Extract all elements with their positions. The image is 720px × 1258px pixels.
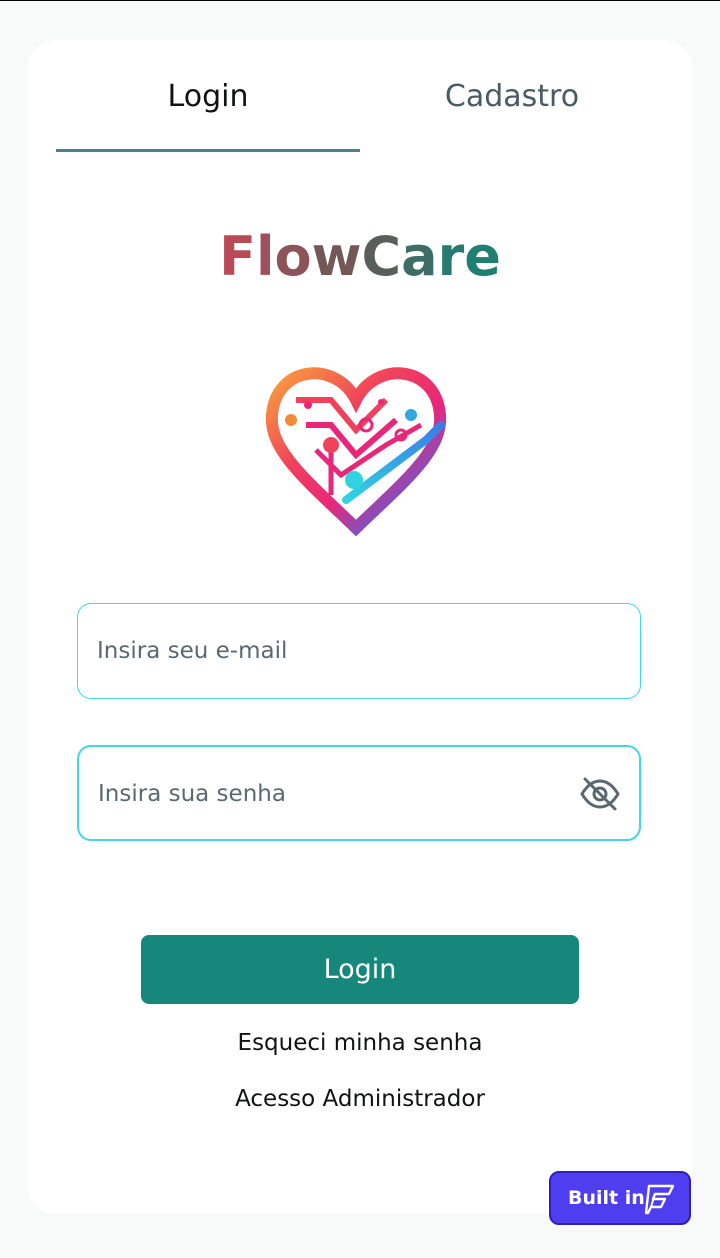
built-in-label: Built in bbox=[568, 1187, 645, 1209]
brand-letter: w bbox=[311, 225, 362, 288]
forgot-password-link[interactable]: Esqueci minha senha bbox=[28, 1030, 692, 1056]
tab-cadastro[interactable]: Cadastro bbox=[360, 40, 664, 153]
login-card: Login Cadastro FlowCare Insira seu e-mai… bbox=[28, 40, 692, 1214]
admin-access-link[interactable]: Acesso Administrador bbox=[28, 1086, 692, 1112]
brand-letter: e bbox=[464, 225, 501, 288]
circuit-heart-logo-icon bbox=[265, 367, 447, 537]
brand-letter: r bbox=[437, 225, 465, 288]
brand-letter: l bbox=[256, 225, 275, 288]
eye-off-icon[interactable] bbox=[579, 775, 621, 813]
brand-letter: o bbox=[274, 225, 312, 288]
tab-login[interactable]: Login bbox=[56, 40, 360, 153]
status-divider bbox=[0, 0, 720, 1]
flutterflow-logo-icon bbox=[644, 1184, 675, 1215]
brand-title: FlowCare bbox=[28, 225, 692, 288]
login-button[interactable]: Login bbox=[141, 935, 579, 1004]
auth-tabs: Login Cadastro bbox=[56, 40, 664, 153]
password-field[interactable] bbox=[77, 745, 641, 841]
password-input[interactable] bbox=[98, 747, 568, 841]
brand-letter: F bbox=[219, 225, 256, 288]
tab-active-indicator bbox=[56, 149, 360, 152]
built-in-badge[interactable]: Built in bbox=[549, 1171, 691, 1225]
brand-letter: C bbox=[361, 225, 402, 288]
email-input[interactable] bbox=[97, 604, 567, 698]
brand-letter: a bbox=[401, 225, 438, 288]
email-field[interactable] bbox=[77, 603, 641, 699]
